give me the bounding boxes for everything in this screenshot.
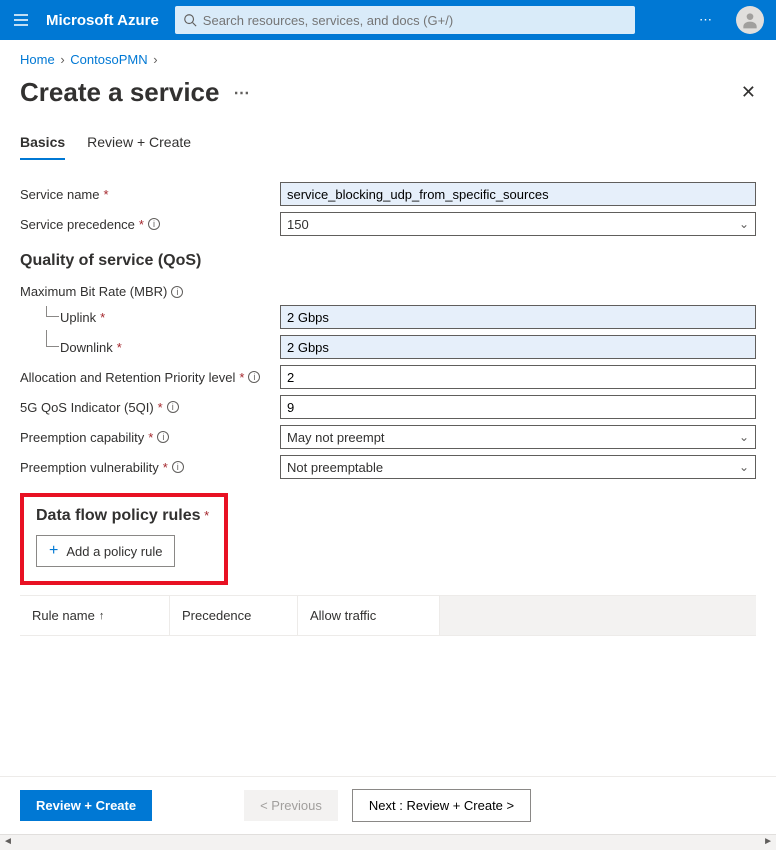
preempt-vuln-value: Not preemptable — [287, 460, 383, 475]
required-indicator: * — [103, 187, 108, 202]
data-flow-rules-highlight: Data flow policy rules * + Add a policy … — [20, 493, 228, 585]
chevron-down-icon: ⌄ — [739, 217, 749, 231]
fiveqi-input[interactable] — [280, 395, 756, 419]
downlink-input[interactable] — [280, 335, 756, 359]
uplink-label: Uplink — [60, 310, 96, 325]
review-create-button[interactable]: Review + Create — [20, 790, 152, 821]
avatar[interactable] — [736, 6, 764, 34]
required-indicator: * — [139, 217, 144, 232]
chevron-down-icon: ⌄ — [739, 430, 749, 444]
person-icon — [740, 10, 760, 30]
next-button[interactable]: Next : Review + Create > — [352, 789, 531, 822]
preempt-vuln-select[interactable]: Not preemptable ⌄ — [280, 455, 756, 479]
service-name-label: Service name — [20, 187, 99, 202]
previous-button: < Previous — [244, 790, 338, 821]
hamburger-icon[interactable] — [12, 11, 30, 29]
chevron-down-icon: ⌄ — [739, 460, 749, 474]
form-body: Service name * Service precedence * i 15… — [0, 160, 776, 776]
breadcrumb-home[interactable]: Home — [20, 52, 55, 67]
required-indicator: * — [158, 400, 163, 415]
chevron-right-icon: › — [58, 52, 66, 67]
required-indicator: * — [163, 460, 168, 475]
plus-icon: + — [49, 542, 58, 560]
required-indicator: * — [100, 310, 105, 325]
preempt-cap-select[interactable]: May not preempt ⌄ — [280, 425, 756, 449]
tab-basics[interactable]: Basics — [20, 126, 65, 160]
chevron-right-icon: › — [151, 52, 159, 67]
sort-up-icon: ↑ — [99, 610, 105, 622]
service-name-input[interactable] — [280, 182, 756, 206]
service-precedence-value: 150 — [287, 217, 309, 232]
service-precedence-select[interactable]: 150 ⌄ — [280, 212, 756, 236]
close-icon[interactable]: ✕ — [741, 82, 756, 103]
fiveqi-label: 5G QoS Indicator (5QI) — [20, 400, 154, 415]
column-allow-traffic[interactable]: Allow traffic — [298, 596, 440, 635]
tabs: Basics Review + Create — [0, 126, 776, 160]
brand-label: Microsoft Azure — [46, 12, 159, 29]
add-policy-rule-label: Add a policy rule — [66, 544, 162, 559]
preempt-vuln-label: Preemption vulnerability — [20, 460, 159, 475]
more-icon[interactable]: ⋯ — [691, 12, 720, 28]
required-indicator: * — [148, 430, 153, 445]
horizontal-scrollbar[interactable] — [0, 834, 776, 850]
column-precedence[interactable]: Precedence — [170, 596, 298, 635]
service-precedence-label: Service precedence — [20, 217, 135, 232]
search-input[interactable] — [203, 13, 627, 28]
add-policy-rule-button[interactable]: + Add a policy rule — [36, 535, 175, 567]
breadcrumb: Home › ContosoPMN › — [0, 40, 776, 73]
arp-label: Allocation and Retention Priority level — [20, 370, 235, 385]
search-box[interactable] — [175, 6, 635, 34]
column-empty — [440, 596, 756, 635]
qos-section-title: Quality of service (QoS) — [20, 252, 756, 270]
footer-bar: Review + Create < Previous Next : Review… — [0, 776, 776, 834]
required-indicator: * — [117, 340, 122, 355]
downlink-label: Downlink — [60, 340, 113, 355]
preempt-cap-value: May not preempt — [287, 430, 385, 445]
required-indicator: * — [204, 508, 209, 523]
page-title: Create a service — [20, 77, 219, 108]
required-indicator: * — [239, 370, 244, 385]
arp-input[interactable] — [280, 365, 756, 389]
top-header: Microsoft Azure ⋯ — [0, 0, 776, 40]
info-icon[interactable]: i — [148, 218, 160, 230]
tab-review-create[interactable]: Review + Create — [87, 126, 191, 160]
mbr-label: Maximum Bit Rate (MBR) — [20, 284, 167, 299]
uplink-input[interactable] — [280, 305, 756, 329]
info-icon[interactable]: i — [157, 431, 169, 443]
info-icon[interactable]: i — [167, 401, 179, 413]
more-commands-icon[interactable]: ⋯ — [233, 83, 249, 103]
info-icon[interactable]: i — [248, 371, 260, 383]
info-icon[interactable]: i — [172, 461, 184, 473]
breadcrumb-contosopmn[interactable]: ContosoPMN — [70, 52, 147, 67]
info-icon[interactable]: i — [171, 286, 183, 298]
search-icon — [183, 13, 197, 27]
preempt-cap-label: Preemption capability — [20, 430, 144, 445]
page-header: Create a service ⋯ ✕ — [0, 73, 776, 126]
rules-table-header: Rule name ↑ Precedence Allow traffic — [20, 595, 756, 636]
column-rule-name[interactable]: Rule name ↑ — [20, 596, 170, 635]
data-flow-rules-title: Data flow policy rules — [36, 507, 200, 524]
